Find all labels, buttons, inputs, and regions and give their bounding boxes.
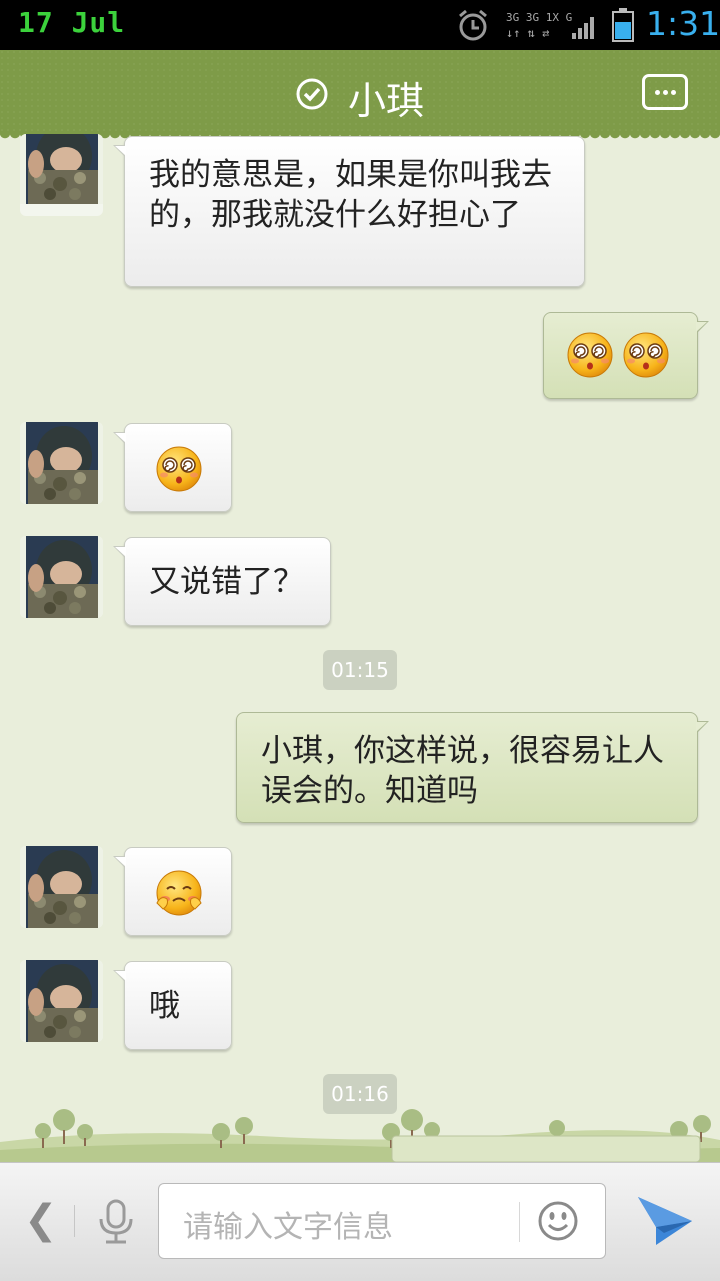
- dot-icon: [655, 90, 660, 95]
- message-input-placeholder: 请输入文字信息: [183, 1210, 393, 1245]
- signal-icon: 3G 3G 1X G ↓↑ ⇅ ⇄: [506, 11, 594, 40]
- contact-avatar[interactable]: [20, 422, 103, 504]
- message-bubble-incoming[interactable]: [113, 847, 232, 936]
- dizzy-face-emoji: [622, 331, 670, 379]
- message-text: 哦: [149, 988, 180, 1024]
- contact-name: 小琪: [348, 79, 425, 123]
- dot-icon: [663, 90, 668, 95]
- message-text: 我的意思是，如果是你叫我去的，那我就没什么好担心了: [149, 157, 552, 233]
- svg-text:3G 3G 1X G: 3G 3G 1X G: [506, 11, 572, 24]
- status-date: 17 Jul: [18, 6, 126, 39]
- divider: [519, 1202, 520, 1242]
- emoji-picker-icon[interactable]: [537, 1200, 579, 1242]
- timestamp: 01:15: [323, 650, 397, 690]
- message-bubble-outgoing[interactable]: 小琪，你这样说，很容易让人误会的。知道吗: [236, 712, 709, 823]
- battery-icon: [612, 8, 634, 42]
- input-bar: ❮ 请输入文字信息: [0, 1162, 720, 1281]
- svg-text:↓↑ ⇅ ⇄: ↓↑ ⇅ ⇄: [506, 26, 549, 40]
- landscape-decoration: [0, 1109, 720, 1162]
- status-time: 1:31: [646, 4, 720, 43]
- contact-avatar[interactable]: [20, 536, 103, 618]
- message-bubble-incoming[interactable]: 哦: [113, 961, 232, 1050]
- microphone-icon[interactable]: [96, 1199, 136, 1245]
- message-bubble-outgoing[interactable]: [543, 312, 709, 399]
- dizzy-face-emoji: [566, 331, 614, 379]
- alarm-icon: [459, 9, 487, 41]
- contact-avatar[interactable]: [20, 960, 103, 1042]
- more-options-button[interactable]: [642, 74, 688, 110]
- message-text: 小琪，你这样说，很容易让人误会的。知道吗: [261, 733, 664, 809]
- message-bubble-incoming[interactable]: [113, 423, 232, 512]
- message-bubble-incoming[interactable]: 我的意思是，如果是你叫我去的，那我就没什么好担心了: [113, 136, 585, 287]
- status-bar: 17 Jul 3G 3G 1X G ↓↑ ⇅ ⇄ 1:31: [0, 0, 720, 50]
- contact-avatar[interactable]: [20, 134, 103, 216]
- dot-icon: [671, 90, 676, 95]
- message-bubble-incoming[interactable]: 又说错了？: [113, 537, 331, 626]
- send-icon[interactable]: [636, 1193, 694, 1249]
- check-circle-icon: [296, 78, 328, 110]
- message-input[interactable]: 请输入文字信息: [158, 1183, 606, 1259]
- contact-avatar[interactable]: [20, 846, 103, 928]
- message-text: 又说错了？: [149, 564, 304, 600]
- chevron-left-icon[interactable]: ❮: [24, 1197, 58, 1243]
- dizzy-face-emoji: [155, 445, 203, 493]
- divider: [74, 1205, 75, 1237]
- shy-face-emoji: [155, 869, 203, 917]
- chat-header: 小琪: [0, 50, 720, 141]
